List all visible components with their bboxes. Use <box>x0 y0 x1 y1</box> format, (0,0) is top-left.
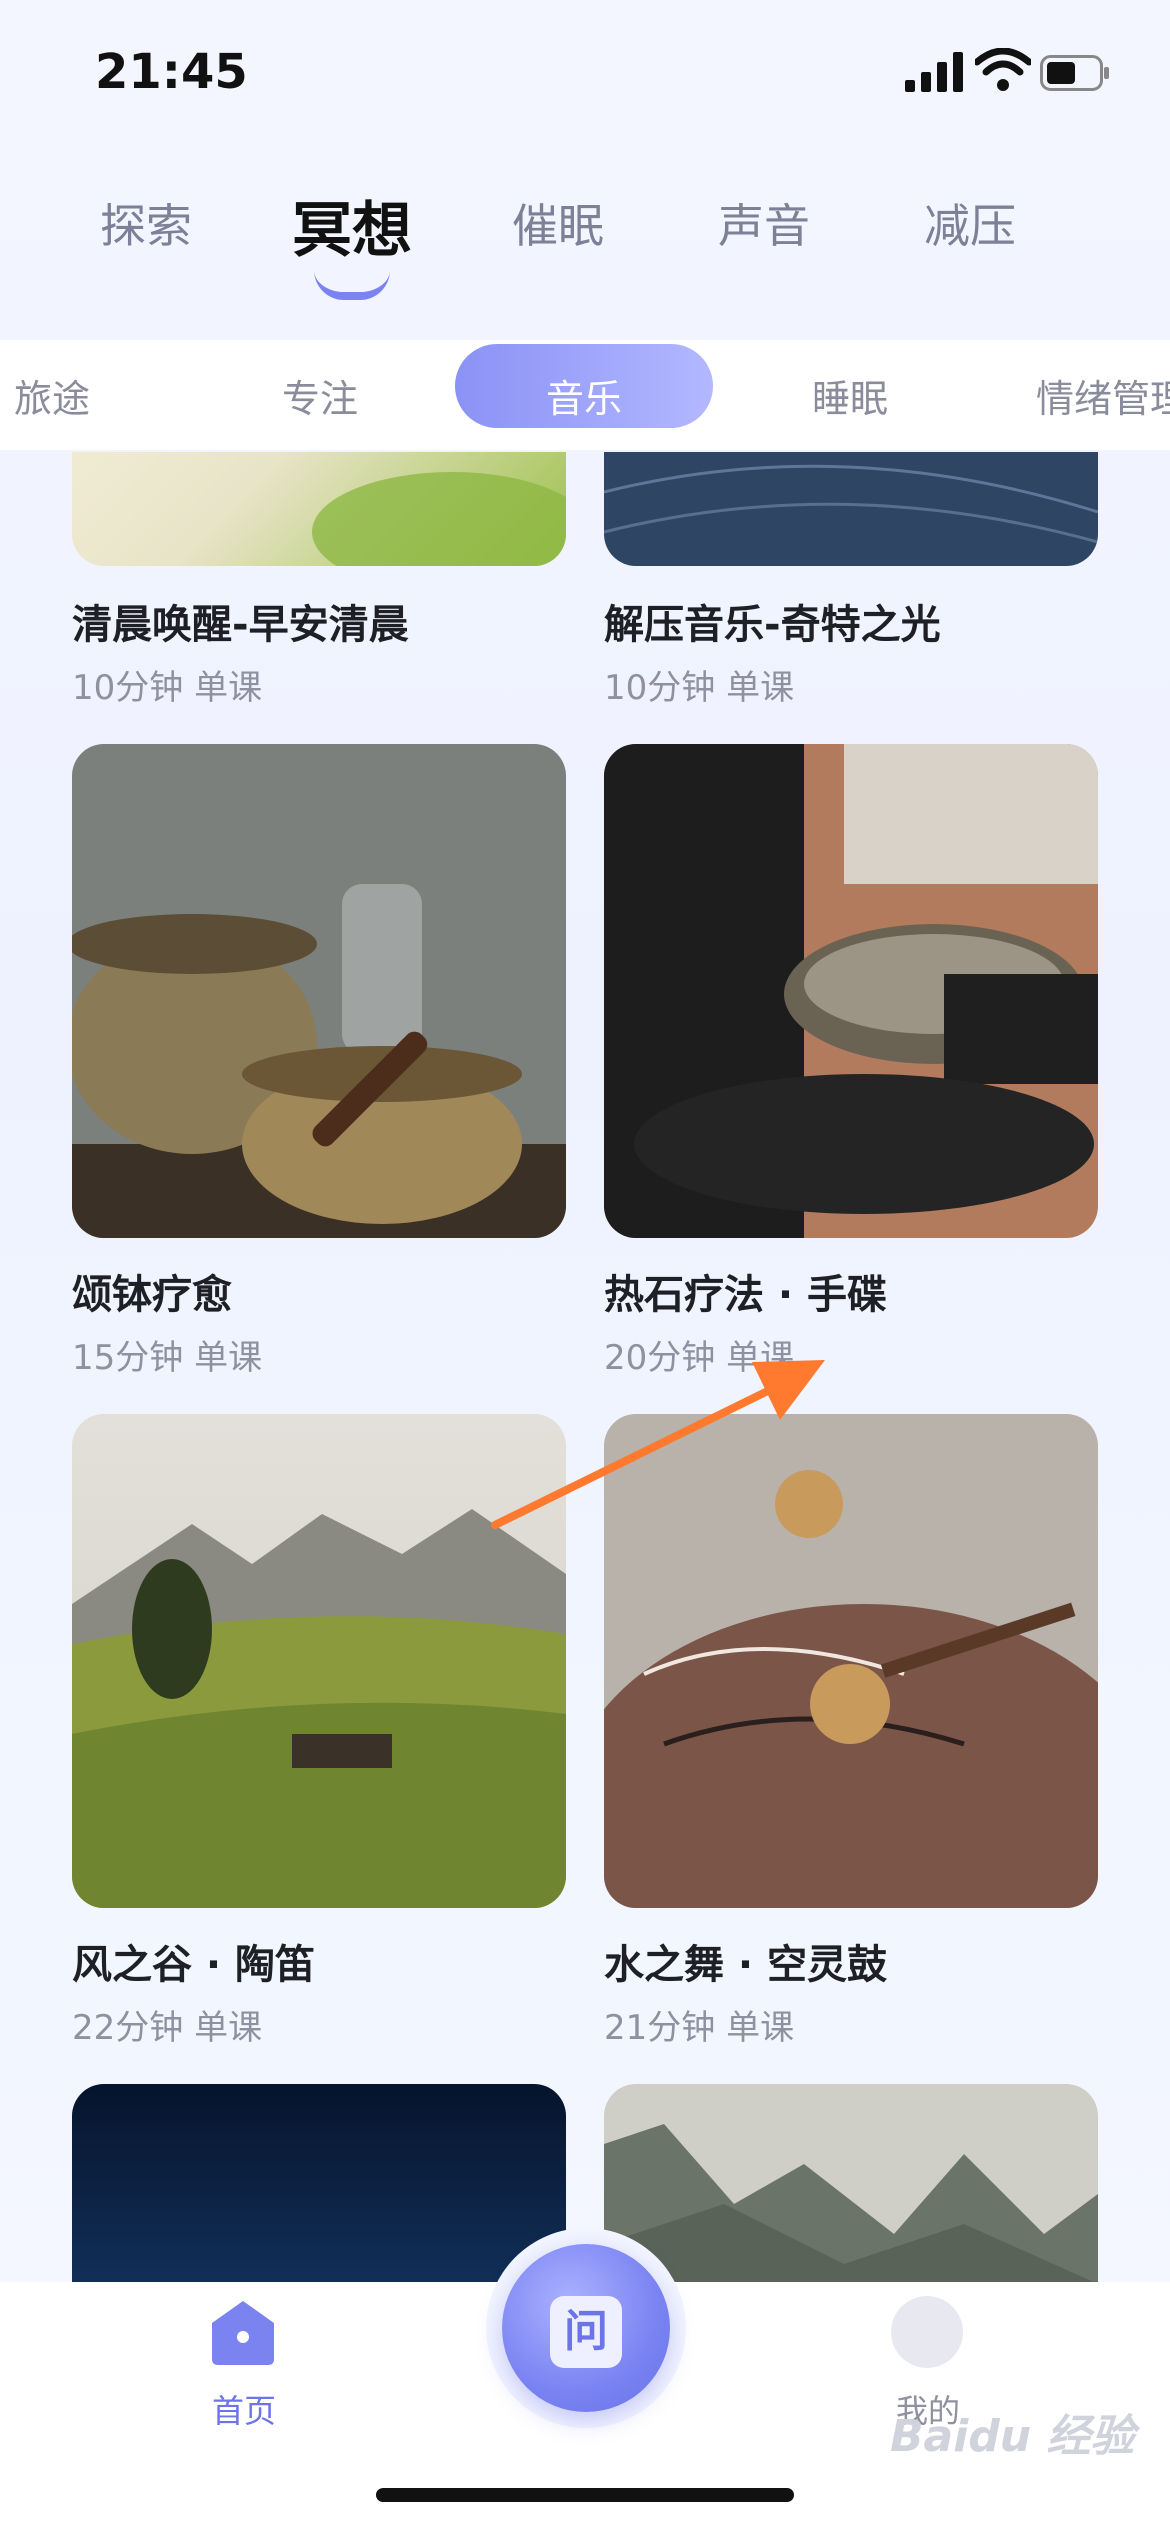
course-title: 热石疗法 · 手碟 <box>604 1272 888 1318</box>
status-time: 21:45 <box>95 44 248 100</box>
top-tab-bar: 探索 冥想 催眠 声音 减压 <box>0 190 1170 300</box>
course-card-image[interactable] <box>604 744 1098 1238</box>
course-card-image[interactable] <box>604 1414 1098 1908</box>
course-card-image[interactable] <box>72 2084 566 2282</box>
ask-icon: 问 <box>550 2296 622 2368</box>
cellular-signal-icon <box>905 52 963 92</box>
course-meta: 21分钟 单课 <box>604 2008 795 2048</box>
sub-tab-music[interactable]: 音乐 <box>546 368 622 423</box>
tab-decompress[interactable]: 减压 <box>924 190 1016 256</box>
course-title: 水之舞 · 空灵鼓 <box>604 1942 888 1988</box>
home-icon[interactable] <box>204 2297 282 2367</box>
tab-sound[interactable]: 声音 <box>718 190 810 256</box>
course-card-image[interactable] <box>604 452 1098 566</box>
course-title: 解压音乐-奇特之光 <box>604 602 941 648</box>
status-bar: 21:45 <box>0 0 1170 150</box>
tab-hypnosis[interactable]: 催眠 <box>512 190 604 256</box>
course-card-image[interactable] <box>72 1414 566 1908</box>
sub-tab-journey[interactable]: 旅途 <box>14 368 90 423</box>
course-card-image[interactable] <box>72 452 566 566</box>
battery-icon <box>1040 55 1109 91</box>
course-card-image[interactable] <box>72 744 566 1238</box>
sub-tab-sleep[interactable]: 睡眠 <box>812 368 888 423</box>
course-meta: 15分钟 单课 <box>72 1338 263 1378</box>
course-title: 风之谷 · 陶笛 <box>72 1942 316 1988</box>
tab-explore[interactable]: 探索 <box>100 190 192 256</box>
profile-icon[interactable] <box>891 2296 963 2368</box>
course-meta: 10分钟 单课 <box>72 668 263 708</box>
nav-home-label[interactable]: 首页 <box>212 2386 276 2432</box>
course-meta: 22分钟 单课 <box>72 2008 263 2048</box>
home-indicator <box>376 2488 794 2502</box>
course-title: 颂钵疗愈 <box>72 1272 232 1318</box>
sub-tab-focus[interactable]: 专注 <box>282 368 358 423</box>
course-title: 清晨唤醒-早安清晨 <box>72 602 409 648</box>
course-grid: 清晨唤醒-早安清晨 10分钟 单课 解压音乐-奇特之光 10分钟 单课 颂钵疗愈… <box>0 452 1170 2282</box>
course-meta: 20分钟 单课 <box>604 1338 795 1378</box>
wifi-icon <box>975 48 1031 91</box>
baidu-watermark: Baidu 经验 <box>890 2411 1135 2462</box>
sub-tab-emotion[interactable]: 情绪管理 <box>1036 368 1170 423</box>
course-meta: 10分钟 单课 <box>604 668 795 708</box>
tab-meditation[interactable]: 冥想 <box>292 182 412 269</box>
course-card-image[interactable] <box>604 2084 1098 2282</box>
